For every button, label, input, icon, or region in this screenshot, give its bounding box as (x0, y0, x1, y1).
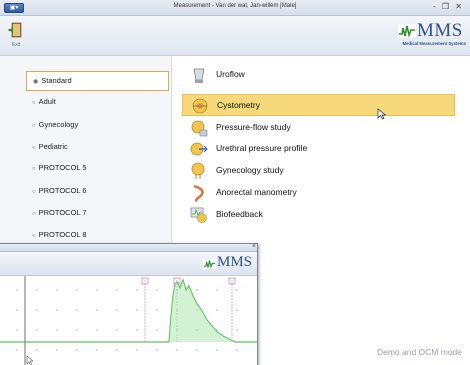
cystometry-icon (192, 98, 208, 114)
preview-title-bar: × (0, 244, 257, 252)
protocol-label: PROTOCOL 6 (38, 186, 87, 195)
protocol-item-gynecology[interactable]: ○ Gynecology (26, 115, 169, 135)
preview-header: MMS (0, 252, 257, 276)
urethral-profile-icon (190, 142, 208, 156)
protocol-item-standard[interactable]: ◉ Standard (26, 71, 169, 91)
anorectal-icon (193, 184, 204, 202)
radio-icon[interactable]: ○ (32, 166, 36, 172)
study-item-biofeedback[interactable]: Biofeedback (182, 204, 455, 226)
study-label: Biofeedback (216, 209, 263, 219)
preview-logo-text: MMS (217, 254, 253, 270)
window-title: Measurement - Van der wal, Jan-willem [M… (173, 3, 297, 9)
window-controls[interactable]: - ❐ ✕ (433, 2, 464, 11)
protocol-label: PROTOCOL 8 (38, 230, 87, 239)
demo-mode-status: Demo and OCM mode (376, 347, 462, 357)
mms-logo-mark-icon (203, 259, 216, 269)
study-item-urethral-profile[interactable]: Urethral pressure profile (182, 138, 455, 160)
study-label: Gynecology study (216, 165, 284, 175)
protocol-item-7[interactable]: ○ PROTOCOL 7 (26, 203, 169, 223)
protocol-label: PROTOCOL 5 (38, 163, 87, 172)
protocol-item-pediatric[interactable]: ○ Pediatric (26, 137, 169, 157)
mms-logo-mark-icon (398, 24, 416, 38)
preview-mms-logo: MMS (203, 254, 255, 274)
study-label: Pressure-flow study (216, 122, 291, 132)
logo-text: MMS (417, 20, 463, 41)
protocol-item-8[interactable]: ○ PROTOCOL 8 (26, 225, 169, 245)
study-item-anorectal[interactable]: Anorectal manometry (182, 182, 455, 204)
mouse-cursor-icon (377, 108, 387, 120)
exit-button[interactable]: Exit (6, 20, 26, 52)
protocol-item-6[interactable]: ○ PROTOCOL 6 (26, 181, 169, 201)
study-item-gynecology[interactable]: Gynecology study (182, 160, 455, 182)
protocol-label: Gynecology (38, 120, 79, 129)
study-item-cystometry[interactable]: Cystometry (182, 94, 455, 116)
pressure-flow-icon (191, 120, 208, 137)
protocol-label: Standard (41, 76, 72, 85)
measurement-preview-window[interactable]: × MMS (0, 243, 258, 365)
gynecology-icon (191, 162, 205, 179)
radio-icon[interactable]: ○ (32, 145, 36, 151)
biofeedback-icon (190, 207, 207, 223)
ribbon-toolbar: Exit MMS Medical Measurement Systems (0, 16, 470, 56)
uroflow-icon (193, 68, 205, 83)
protocol-item-adult[interactable]: ○ Adult (26, 92, 169, 112)
radio-icon[interactable]: ○ (32, 233, 36, 239)
protocol-label: Adult (38, 97, 56, 106)
title-bar: ▣▾ Measurement - Van der wal, Jan-willem… (0, 0, 470, 16)
study-label: Uroflow (216, 69, 245, 79)
radio-icon[interactable]: ○ (32, 123, 36, 129)
study-item-pressure-flow[interactable]: Pressure-flow study (182, 117, 455, 139)
radio-selected-icon[interactable]: ◉ (33, 79, 38, 85)
radio-icon[interactable]: ○ (32, 100, 36, 106)
protocol-item-5[interactable]: ○ PROTOCOL 5 (26, 158, 169, 178)
mms-logo: MMS Medical Measurement Systems (396, 20, 466, 49)
protocol-label: Pediatric (38, 142, 68, 151)
study-label: Anorectal manometry (216, 187, 297, 197)
radio-icon[interactable]: ○ (32, 211, 36, 217)
study-item-uroflow[interactable]: Uroflow (182, 64, 455, 86)
logo-subtitle: Medical Measurement Systems (402, 41, 466, 46)
close-button[interactable]: × (252, 244, 256, 250)
exit-label: Exit (11, 42, 21, 48)
radio-icon[interactable]: ○ (32, 189, 36, 195)
measurement-trace-chart (0, 276, 257, 365)
exit-door-icon (8, 22, 22, 38)
study-label: Cystometry (217, 100, 260, 110)
protocol-label: PROTOCOL 7 (38, 208, 87, 217)
study-label: Urethral pressure profile (216, 143, 308, 153)
